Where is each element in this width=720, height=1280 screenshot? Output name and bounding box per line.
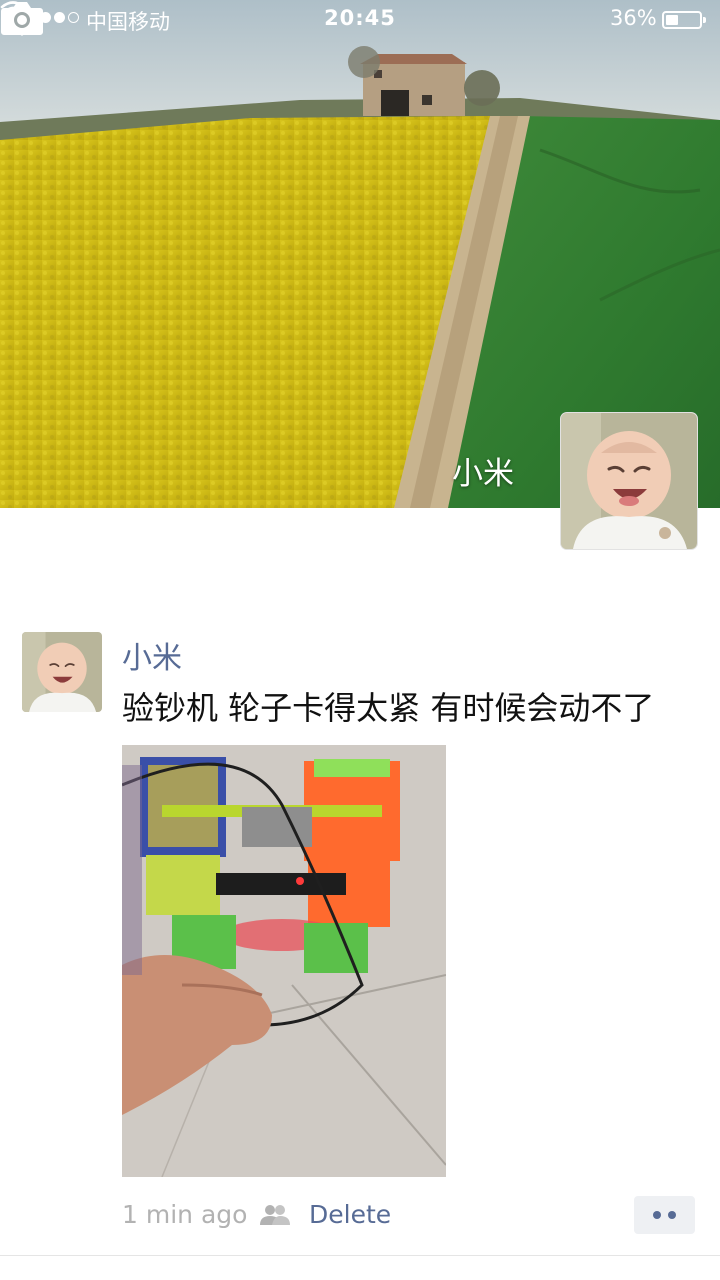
more-dots-icon [653,1211,661,1219]
people-icon [260,1205,290,1225]
baby-avatar-image [561,413,697,549]
more-actions-button[interactable] [634,1196,695,1234]
battery-icon [662,11,706,29]
post-author-name[interactable]: 小米 [122,633,182,677]
profile-avatar[interactable] [561,413,697,549]
post-meta: 1 min ago Delete [122,1198,702,1238]
status-bar: 中国移动 20:45 36% [0,0,720,40]
profile-name: 小米 [452,456,514,492]
post-author-avatar[interactable] [22,632,102,712]
post-time: 1 min ago [122,1200,248,1229]
moments-page: 中国移动 20:45 36% 小米 小米 验钞机 轮子卡得太紧 有时候会动不了 … [0,0,720,1280]
divider [0,1255,720,1256]
post-text: 验钞机 轮子卡得太紧 有时候会动不了 [122,689,655,727]
delete-button[interactable]: Delete [309,1200,391,1229]
baby-avatar-image [22,632,102,712]
robot-photo-image [122,745,446,1177]
camera-icon[interactable] [0,0,44,36]
battery-percent: 36% [610,6,657,30]
post-photo[interactable] [122,745,446,1177]
